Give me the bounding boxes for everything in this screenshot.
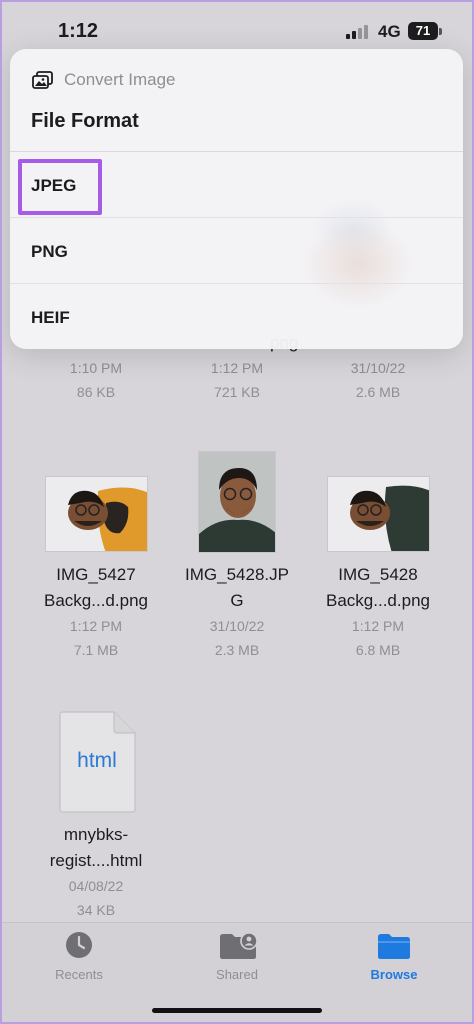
option-label: PNG (31, 242, 68, 261)
tab-label: Shared (216, 967, 258, 982)
folder-icon (377, 933, 411, 960)
file-date: 31/10/22 (209, 618, 265, 634)
file-name-line1: IMG_5427 (56, 565, 136, 584)
image-thumbnail[interactable] (198, 451, 276, 553)
document-type-label: html (77, 749, 117, 772)
image-thumbnail[interactable] (327, 476, 430, 552)
option-label: JPEG (31, 176, 77, 195)
menu-title: File Format (31, 110, 139, 132)
status-bar: 1:12 4G 71 (0, 0, 474, 60)
format-option-png[interactable]: PNG (10, 218, 463, 284)
file-date: 1:12 PM (351, 618, 405, 634)
file-name-line1: mnybks- (63, 825, 129, 844)
file-item[interactable]: IMG_5428.JP G 31/10/22 2.3 MB (167, 562, 307, 662)
convert-image-menu: Convert Image File Format JPEG PNG HEIF (10, 49, 463, 349)
home-indicator[interactable] (152, 1008, 322, 1013)
file-item[interactable]: IMG_5428 Backg...d.png 1:12 PM 6.8 MB (308, 562, 448, 662)
file-size: 7.1 MB (73, 642, 119, 658)
file-date: 1:10 PM (69, 360, 123, 376)
tab-label: Recents (55, 967, 103, 982)
file-name-line2: Backg...d.png (44, 591, 148, 610)
file-name-line1: IMG_5428 (338, 565, 418, 584)
file-size: 86 KB (76, 384, 116, 400)
shared-folder-icon (219, 932, 258, 960)
file-size: 2.3 MB (214, 642, 260, 658)
file-name-line2: G (230, 591, 244, 610)
format-option-heif[interactable]: HEIF (10, 284, 463, 349)
file-size: 6.8 MB (355, 642, 401, 658)
file-date: 1:12 PM (69, 618, 123, 634)
file-item[interactable]: mnybks- regist....html 04/08/22 34 KB (26, 822, 166, 922)
battery-tip (439, 28, 442, 35)
file-size: 2.6 MB (355, 384, 401, 400)
status-time: 1:12 (58, 20, 99, 42)
tab-recents[interactable]: Recents (19, 923, 139, 993)
file-name-line2: regist....html (49, 851, 143, 870)
battery-icon: 71 (408, 22, 438, 40)
network-type: 4G (378, 22, 401, 41)
file-size: 34 KB (76, 902, 116, 918)
clock-icon (65, 931, 93, 959)
file-date: 04/08/22 (68, 878, 124, 894)
file-size: 721 KB (214, 384, 260, 400)
file-item[interactable]: IMG_5427 Backg...d.png 1:12 PM 7.1 MB (26, 562, 166, 662)
image-thumbnail[interactable] (45, 476, 148, 552)
file-date: 31/10/22 (350, 360, 406, 376)
tab-shared[interactable]: Shared (177, 923, 297, 993)
file-name-line2: Backg...d.png (326, 591, 430, 610)
menu-subtitle: Convert Image (64, 70, 176, 89)
option-label: HEIF (31, 308, 70, 327)
file-date: 1:12 PM (210, 360, 264, 376)
html-document-icon[interactable]: html (58, 711, 136, 813)
tab-browse[interactable]: Browse (334, 923, 454, 993)
cellular-signal-icon (346, 25, 370, 39)
file-name-line1: IMG_5428.JP (185, 565, 289, 584)
photo-stack-icon (32, 71, 54, 91)
format-option-jpeg[interactable]: JPEG (10, 152, 463, 218)
tab-label: Browse (370, 967, 418, 982)
